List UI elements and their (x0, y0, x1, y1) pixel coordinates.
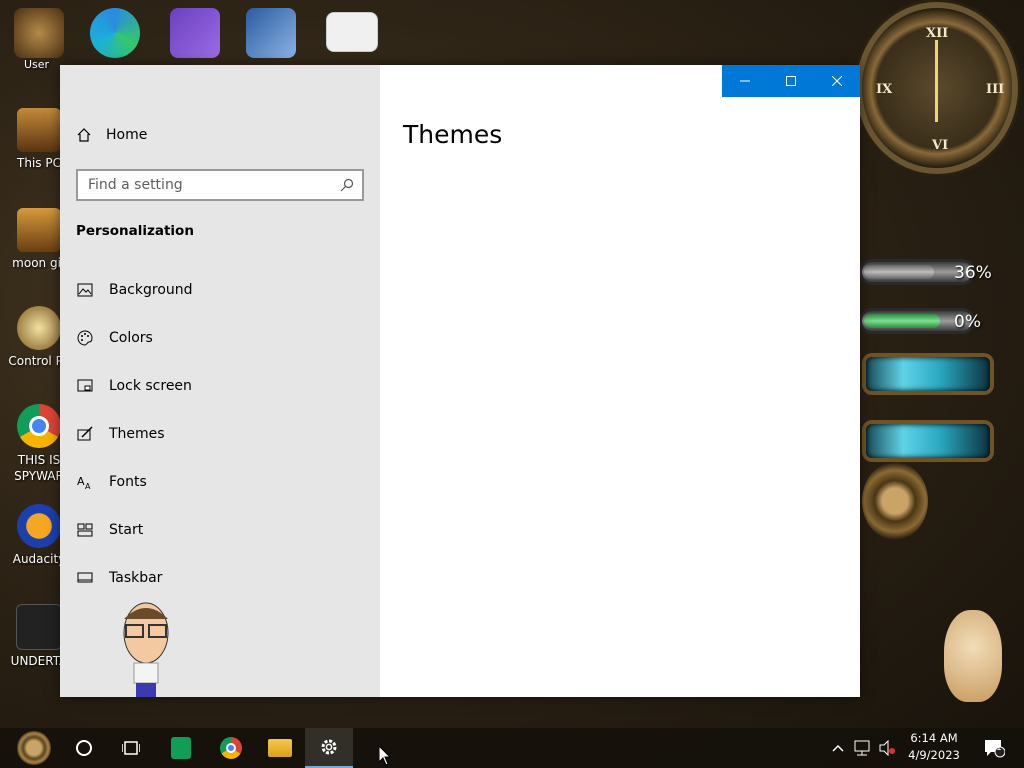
compass-gadget (862, 462, 928, 540)
maximize-button[interactable] (768, 65, 814, 97)
svg-text:A: A (85, 482, 91, 490)
nav-item-themes[interactable]: Themes (60, 414, 380, 454)
nav-item-taskbar[interactable]: Taskbar (60, 558, 380, 598)
colors-icon (77, 330, 93, 346)
cpu-gauge-value: 36% (954, 263, 992, 283)
user-folder-label: User (24, 58, 50, 71)
settings-content-pane: Themes (380, 65, 860, 697)
background-icon (77, 283, 93, 297)
themes-icon (77, 426, 93, 441)
nav-item-lock-screen[interactable]: Lock screen (60, 366, 380, 406)
section-title: Personalization (76, 223, 194, 239)
system-clock[interactable]: 6:14 AM 4/9/2023 (902, 730, 966, 764)
taskbar: 6:14 AM 4/9/2023 1 (0, 728, 1024, 768)
edge-icon[interactable] (90, 8, 140, 58)
file-explorer-button[interactable] (256, 728, 304, 768)
home-icon (77, 128, 91, 142)
nav-item-label: Start (109, 522, 144, 538)
settings-nav-pane: Home Personalization Background Colors L… (60, 65, 380, 697)
chevron-up-icon (832, 744, 844, 752)
window-controls (722, 65, 860, 97)
tube-gadget-1 (866, 357, 990, 391)
tube-gadget-2 (866, 424, 990, 458)
search-input[interactable] (78, 171, 338, 199)
search-box[interactable] (76, 169, 364, 201)
network-icon (854, 740, 870, 756)
virtualbox-icon[interactable] (246, 8, 296, 58)
volume-muted-icon (879, 740, 895, 756)
nav-item-label: Themes (109, 426, 165, 442)
volume-button[interactable] (876, 728, 898, 768)
gear-icon (321, 739, 337, 755)
chrome-taskbar-button[interactable] (207, 728, 255, 768)
nav-item-start[interactable]: Start (60, 510, 380, 550)
start-icon (77, 523, 93, 537)
nav-item-label: Background (109, 282, 193, 298)
nav-item-colors[interactable]: Colors (60, 318, 380, 358)
taskbar-icon (77, 572, 93, 583)
nav-item-label: Fonts (109, 474, 147, 490)
settings-taskbar-button[interactable] (305, 728, 353, 768)
page-title: Themes (403, 120, 503, 149)
nav-item-label: Lock screen (109, 378, 192, 394)
nav-item-label: Colors (109, 330, 153, 346)
close-button[interactable] (814, 65, 860, 97)
clock-gadget: XII III VI IX (862, 8, 1012, 168)
maximize-icon (786, 76, 796, 86)
start-orb-icon (17, 731, 51, 765)
sheets-button[interactable] (157, 728, 205, 768)
cortana-icon (76, 740, 92, 756)
settings-window: Home Personalization Background Colors L… (60, 65, 860, 697)
show-hidden-icons-button[interactable] (828, 728, 848, 768)
visual-studio-icon[interactable] (170, 8, 220, 58)
hxd-icon[interactable] (326, 12, 378, 52)
ram-gauge-value: 0% (954, 312, 981, 332)
minimize-button[interactable] (722, 65, 768, 97)
lock-screen-icon (77, 379, 93, 392)
fonts-icon: AA (77, 475, 91, 490)
ram-gauge-fill (864, 314, 940, 328)
folder-icon (268, 739, 292, 757)
nav-item-label: Taskbar (109, 570, 163, 586)
cortana-button[interactable] (60, 728, 108, 768)
task-view-button[interactable] (107, 728, 155, 768)
chrome-icon (220, 737, 242, 759)
clock-date: 4/9/2023 (908, 748, 960, 762)
notification-count: 1 (996, 743, 1002, 753)
minimize-icon (740, 80, 750, 82)
task-view-icon (122, 741, 140, 755)
hamster-icon (944, 610, 1002, 702)
svg-text:A: A (77, 475, 85, 488)
cpu-gauge-fill (864, 265, 934, 279)
network-button[interactable] (850, 728, 874, 768)
user-folder-icon[interactable] (14, 8, 64, 58)
home-link[interactable]: Home (76, 127, 147, 143)
mouse-cursor-icon (379, 746, 391, 766)
home-label: Home (106, 127, 148, 143)
clock-time: 6:14 AM (910, 731, 958, 745)
close-icon (832, 76, 842, 86)
start-button[interactable] (10, 728, 58, 768)
search-icon[interactable] (340, 178, 354, 192)
nav-item-fonts[interactable]: AA Fonts (60, 462, 380, 502)
nav-item-background[interactable]: Background (60, 270, 380, 310)
notifications-button[interactable]: 1 (978, 728, 1010, 768)
cartoon-character-icon (123, 602, 169, 697)
sheets-icon (171, 737, 191, 759)
